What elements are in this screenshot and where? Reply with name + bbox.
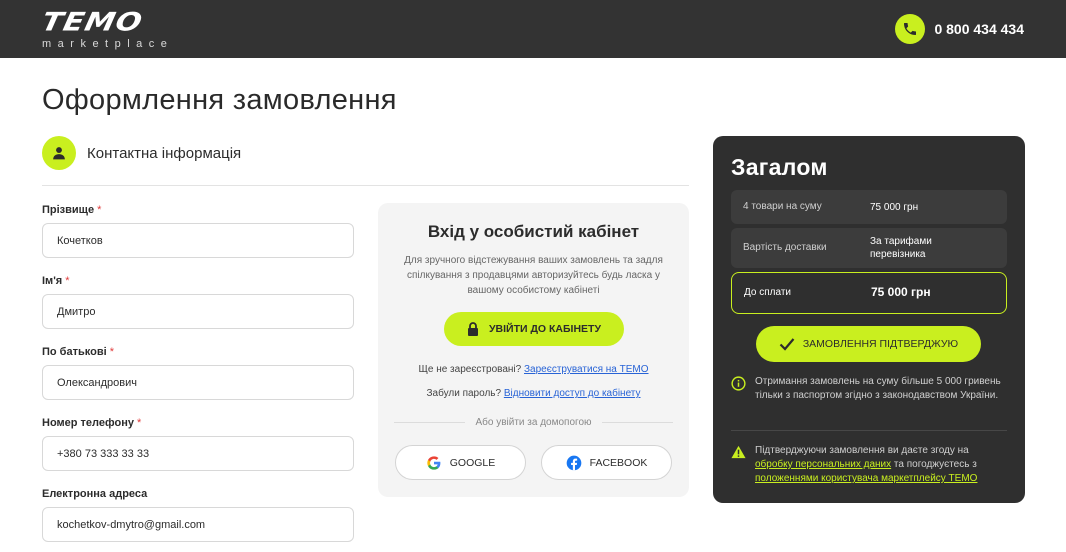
items-total-row: 4 товари на суму 75 000 грн <box>731 190 1007 224</box>
summary-title: Загалом <box>731 154 828 180</box>
google-label: GOOGLE <box>449 456 496 469</box>
info-icon <box>731 376 746 391</box>
items-total-value: 75 000 грн <box>870 202 919 213</box>
warning-icon <box>731 445 746 459</box>
first-name-field[interactable]: Дмитро <box>42 294 354 329</box>
phone-contact[interactable]: 0 800 434 434 <box>895 14 1024 44</box>
login-button[interactable]: УВІЙТИ ДО КАБІНЕТУ <box>444 312 624 346</box>
items-total-label: 4 товари на суму <box>743 201 822 212</box>
register-link[interactable]: Зареєструватися на ТЕМО <box>524 364 649 375</box>
total-label: До сплати <box>744 287 791 298</box>
login-panel: Вхід у особистий кабінет Для зручного ві… <box>378 203 689 497</box>
delivery-label: Вартість доставки <box>743 242 827 253</box>
passport-note-text: Отримання замовлень на суму більше 5 000… <box>755 376 1001 401</box>
login-title: Вхід у особистий кабінет <box>427 222 640 241</box>
restore-access-link[interactable]: Відновити доступ до кабінету <box>504 388 641 399</box>
register-line: Ще не зареєстровані? Зареєструватися на … <box>418 364 649 375</box>
contact-section-title: Контактна інформація <box>87 144 242 162</box>
surname-field[interactable]: Кочетков <box>42 223 354 258</box>
email-label: Електронна адреса <box>42 488 148 500</box>
passport-note: Отримання замовлень на суму більше 5 000… <box>731 375 1007 419</box>
confirm-order-label: ЗАМОВЛЕННЯ ПІДТВЕРДЖУЮ <box>802 338 959 350</box>
first-name-label: Ім'я * <box>42 275 70 287</box>
delivery-row: Вартість доставки За тарифами перевізник… <box>731 228 1007 268</box>
user-terms-link[interactable]: положеннями користувача маркетплейсу ТЕМ… <box>755 473 977 484</box>
email-field[interactable]: kochetkov-dmytro@gmail.com <box>42 507 354 542</box>
facebook-label: FACEBOOK <box>589 456 648 469</box>
lock-icon <box>467 322 478 336</box>
google-icon <box>427 455 441 470</box>
order-summary-panel: Загалом 4 товари на суму 75 000 грн Варт… <box>713 136 1025 503</box>
personal-data-link[interactable]: обробку персональних даних <box>755 459 891 470</box>
delivery-value: За тарифами перевізника <box>870 236 932 260</box>
login-button-label: УВІЙТИ ДО КАБІНЕТУ <box>488 323 601 335</box>
patronymic-field[interactable]: Олександрович <box>42 365 354 400</box>
total-value: 75 000 грн <box>871 285 931 299</box>
logo-wordmark: TEMO <box>38 7 146 38</box>
user-icon <box>42 136 76 170</box>
check-icon <box>779 338 795 351</box>
google-login-button[interactable]: GOOGLE <box>395 445 526 480</box>
login-description: Для зручного відстежування ваших замовле… <box>404 255 663 296</box>
surname-label: Прізвище * <box>42 204 102 216</box>
top-bar: TEMO marketplace 0 800 434 434 <box>0 0 1066 58</box>
logo-subtitle: marketplace <box>42 38 174 50</box>
consent-note: Підтверджуючи замовлення ви даєте згоду … <box>731 444 1007 488</box>
phone-icon <box>895 14 926 44</box>
patronymic-label: По батькові * <box>42 346 114 358</box>
facebook-login-button[interactable]: FACEBOOK <box>541 445 672 480</box>
temo-logo[interactable]: TEMO marketplace <box>38 7 174 50</box>
or-separator: Або увійти за домопогою <box>394 417 673 428</box>
forgot-line: Забули пароль? Відновити доступ до кабін… <box>426 388 641 399</box>
total-to-pay-row: До сплати 75 000 грн <box>731 272 1007 314</box>
section-divider <box>42 185 689 186</box>
confirm-order-button[interactable]: ЗАМОВЛЕННЯ ПІДТВЕРДЖУЮ <box>756 326 981 362</box>
facebook-icon <box>566 455 581 470</box>
phone-field[interactable]: +380 73 333 33 33 <box>42 436 354 471</box>
or-text: Або увійти за домопогою <box>475 417 592 428</box>
phone-number[interactable]: 0 800 434 434 <box>934 21 1024 37</box>
page-title: Оформлення замовлення <box>42 84 397 116</box>
contact-section-header: Контактна інформація <box>42 136 241 170</box>
summary-divider <box>731 430 1007 431</box>
phone-label: Номер телефону * <box>42 417 142 429</box>
